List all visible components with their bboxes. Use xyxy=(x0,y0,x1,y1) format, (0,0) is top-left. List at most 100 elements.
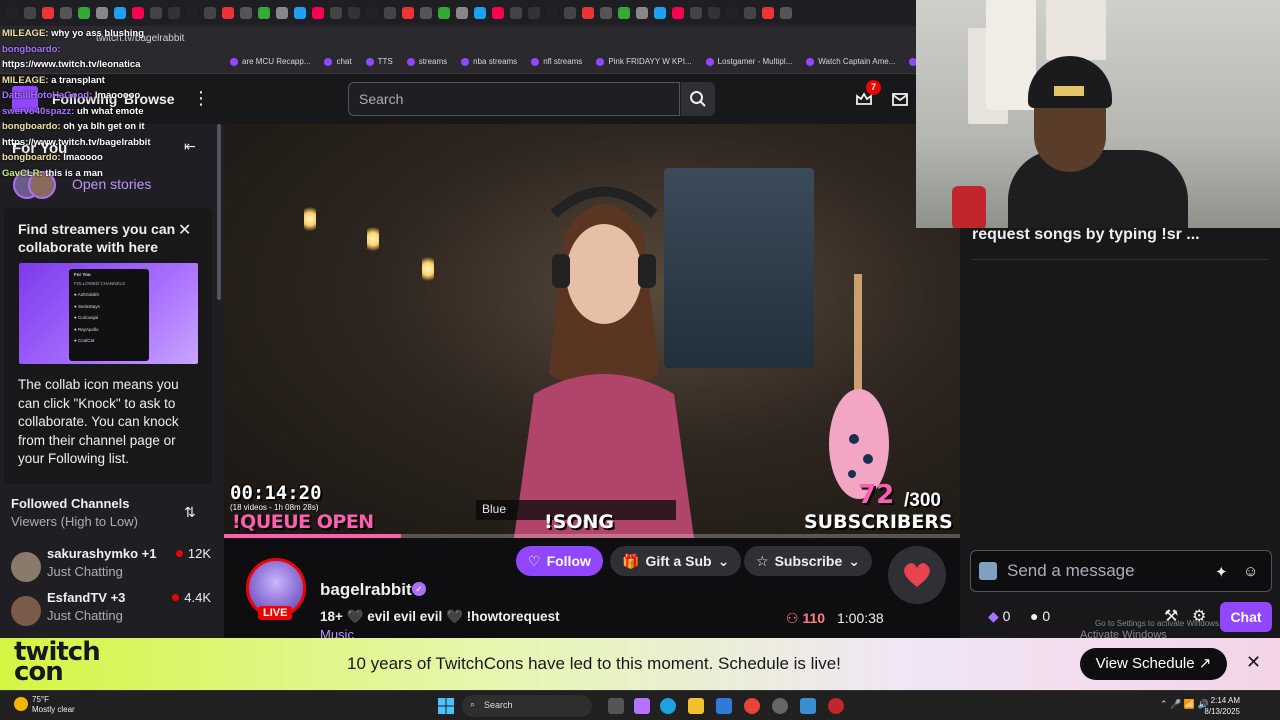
taskbar-clock[interactable]: 2:14 AM 8/13/2025 xyxy=(1200,695,1240,717)
browser-tab-icon[interactable] xyxy=(474,7,486,19)
bookmark-item[interactable]: nfl streams xyxy=(531,57,582,66)
chat-input[interactable]: Send a message ✦ ☺ xyxy=(970,550,1272,592)
task-view-icon[interactable] xyxy=(608,698,624,714)
browser-tab-strip[interactable] xyxy=(0,0,916,26)
browser-tab-icon[interactable] xyxy=(312,7,324,19)
notepad-icon[interactable] xyxy=(800,698,816,714)
bookmark-favicon-icon xyxy=(324,57,333,66)
browser-tab-icon[interactable] xyxy=(240,7,252,19)
browser-tab-icon[interactable] xyxy=(186,7,198,19)
bookmark-item[interactable]: chat xyxy=(324,57,352,66)
browser-tab-icon[interactable] xyxy=(420,7,432,19)
bulb-light xyxy=(304,204,316,234)
browser-tab-icon[interactable] xyxy=(330,7,342,19)
pinned-message[interactable]: request songs by typing !sr ... xyxy=(972,226,1268,260)
browser-tab-icon[interactable] xyxy=(132,7,144,19)
follow-button[interactable]: ♡ Follow xyxy=(516,546,603,576)
browser-tab-icon[interactable] xyxy=(6,7,18,19)
browser-tab-icon[interactable] xyxy=(744,7,756,19)
bookmark-item[interactable]: TTS xyxy=(365,57,393,66)
view-schedule-button[interactable]: View Schedule ↗ xyxy=(1080,648,1227,680)
chrome-icon[interactable] xyxy=(744,698,760,714)
bits-icon[interactable]: ✦ xyxy=(1215,563,1228,581)
close-collab-card-icon[interactable]: ✕ xyxy=(178,220,191,240)
taskbar-search[interactable]: ⌕ Search xyxy=(462,695,592,717)
browser-tab-icon[interactable] xyxy=(204,7,216,19)
weather-moon-icon[interactable] xyxy=(14,697,28,711)
browser-tab-icon[interactable] xyxy=(294,7,306,19)
bookmark-item[interactable]: Watch Captain Ame... xyxy=(806,57,895,66)
browser-tab-icon[interactable] xyxy=(510,7,522,19)
browser-tab-icon[interactable] xyxy=(276,7,288,19)
browser-tab-icon[interactable] xyxy=(492,7,504,19)
sort-icon[interactable]: ⇅ xyxy=(184,504,196,521)
browser-tab-icon[interactable] xyxy=(438,7,450,19)
browser-tab-icon[interactable] xyxy=(780,7,792,19)
browser-tab-icon[interactable] xyxy=(348,7,360,19)
close-banner-icon[interactable]: ✕ xyxy=(1246,652,1261,673)
sidebar-scrollbar[interactable] xyxy=(217,124,221,300)
browser-tab-icon[interactable] xyxy=(366,7,378,19)
emote-icon[interactable]: ☺ xyxy=(1243,563,1258,580)
search-input[interactable]: Search xyxy=(348,82,680,116)
browser-tab-icon[interactable] xyxy=(258,7,270,19)
channel-points-a[interactable]: ◆ 0 xyxy=(988,608,1010,625)
weather-widget[interactable]: 75°F Mostly clear xyxy=(32,695,75,715)
mod-tools-icon[interactable]: ⚒ xyxy=(1164,606,1178,626)
browser-tab-icon[interactable] xyxy=(168,7,180,19)
browser-tab-icon[interactable] xyxy=(708,7,720,19)
store-icon[interactable] xyxy=(716,698,732,714)
browser-tab-icon[interactable] xyxy=(42,7,54,19)
browser-tab-icon[interactable] xyxy=(690,7,702,19)
browser-tab-icon[interactable] xyxy=(150,7,162,19)
browser-tab-icon[interactable] xyxy=(726,7,738,19)
bookmark-item[interactable]: are MCU Recapp... xyxy=(230,57,310,66)
channel-points-b[interactable]: ● 0 xyxy=(1030,608,1050,624)
followed-channel-row[interactable]: EsfandTV +3 Just Chatting 4.4K xyxy=(11,590,211,630)
browser-tab-icon[interactable] xyxy=(582,7,594,19)
browser-tab-icon[interactable] xyxy=(528,7,540,19)
browser-tab-icon[interactable] xyxy=(78,7,90,19)
live-badge: LIVE xyxy=(258,606,293,620)
bookmark-item[interactable]: Pink FRIDAYY W KPI... xyxy=(596,57,692,66)
browser-tab-icon[interactable] xyxy=(402,7,414,19)
settings-app-icon[interactable] xyxy=(772,698,788,714)
bookmark-item[interactable]: Upload - Vizard xyxy=(909,57,916,66)
bookmark-item[interactable]: streams xyxy=(406,57,447,66)
browser-tab-icon[interactable] xyxy=(618,7,630,19)
followed-channel-row[interactable]: sakurashymko +1 Just Chatting 12K xyxy=(11,546,211,586)
browser-tab-icon[interactable] xyxy=(672,7,684,19)
channel-name[interactable]: bagelrabbit xyxy=(320,580,412,600)
browser-tab-icon[interactable] xyxy=(60,7,72,19)
gift-sub-button[interactable]: 🎁 Gift a Sub ⌄ xyxy=(610,546,742,576)
browser-tab-icon[interactable] xyxy=(384,7,396,19)
browser-tab-icon[interactable] xyxy=(96,7,108,19)
hype-heart-button[interactable] xyxy=(888,546,946,604)
video-player[interactable]: 00:14:20 (18 videos - 1h 08m 28s) !QUEUE… xyxy=(224,124,960,538)
copilot-icon[interactable] xyxy=(634,698,650,714)
inbox-icon[interactable] xyxy=(890,89,910,109)
edge-icon[interactable] xyxy=(660,698,676,714)
chat-send-button[interactable]: Chat xyxy=(1220,602,1272,632)
browser-tab-icon[interactable] xyxy=(546,7,558,19)
queue-timer: 00:14:20 xyxy=(230,482,322,504)
bookmark-item[interactable]: Lostgamer - Multipl... xyxy=(705,57,792,66)
windows-start-icon[interactable] xyxy=(438,698,454,714)
browser-tab-icon[interactable] xyxy=(600,7,612,19)
file-explorer-icon[interactable] xyxy=(688,698,704,714)
browser-tab-icon[interactable] xyxy=(636,7,648,19)
bookmark-item[interactable]: nba streams xyxy=(461,57,517,66)
chat-settings-icon[interactable]: ⚙ xyxy=(1192,606,1206,626)
browser-tab-icon[interactable] xyxy=(114,7,126,19)
bookmark-favicon-icon xyxy=(365,57,374,66)
followed-sort-label: Viewers (High to Low) xyxy=(11,514,138,529)
browser-tab-icon[interactable] xyxy=(762,7,774,19)
subscribe-button[interactable]: ☆ Subscribe ⌄ xyxy=(744,546,872,576)
browser-tab-icon[interactable] xyxy=(654,7,666,19)
browser-tab-icon[interactable] xyxy=(456,7,468,19)
browser-tab-icon[interactable] xyxy=(24,7,36,19)
browser-tab-icon[interactable] xyxy=(222,7,234,19)
search-button[interactable] xyxy=(681,82,715,116)
browser-tab-icon[interactable] xyxy=(564,7,576,19)
obs-icon[interactable] xyxy=(828,698,844,714)
